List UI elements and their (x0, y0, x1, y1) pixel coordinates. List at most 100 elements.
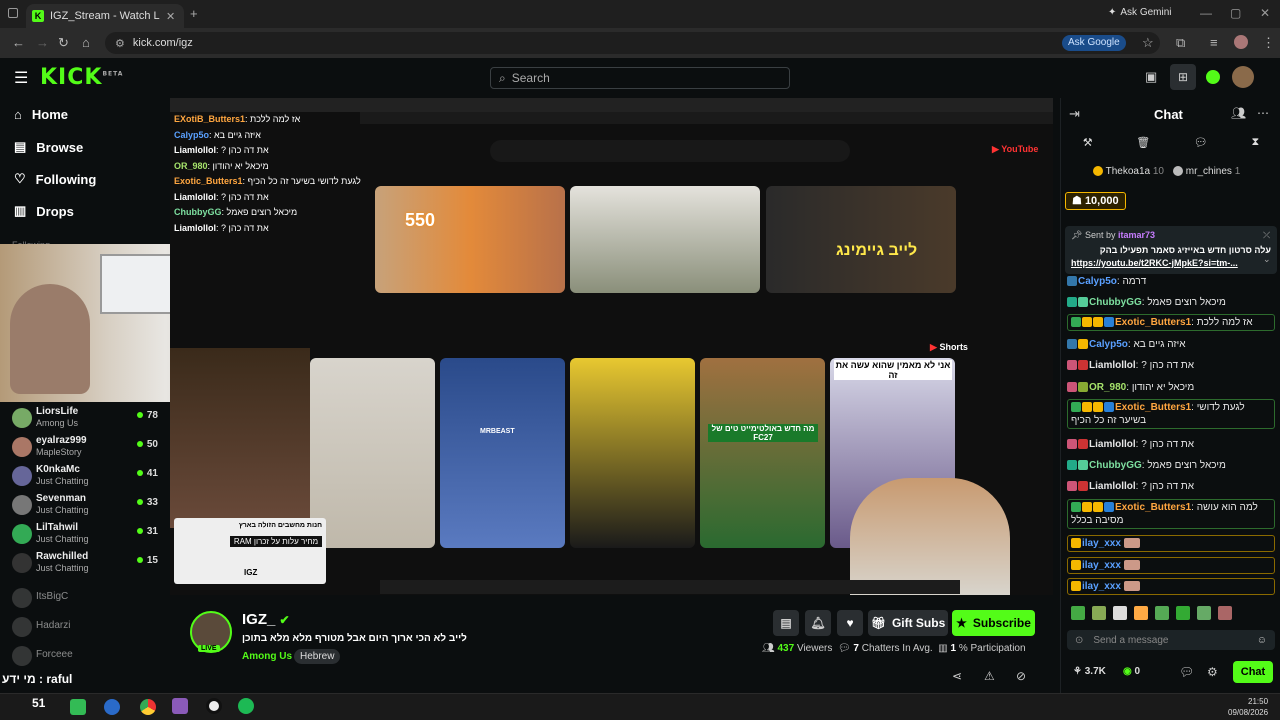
dashboard-icon[interactable]: ⊞ (1170, 64, 1196, 90)
reload-icon[interactable]: ↻ (58, 35, 69, 51)
followed-channel[interactable]: LiorsLife Among Us 78 (12, 406, 162, 432)
media-control-icon[interactable]: ≡ (1210, 35, 1218, 50)
kicks-total-badge[interactable]: ☗ 10,000 (1065, 192, 1126, 210)
unpin-icon[interactable]: ⤫ (1263, 230, 1270, 241)
followed-channel[interactable]: K0nkaMc Just Chatting 41 (12, 464, 162, 490)
system-clock[interactable]: 21:50 09/08/2026 (1228, 696, 1268, 718)
followed-channel[interactable]: Sevenman Just Chatting 33 (12, 493, 162, 519)
top-gifter[interactable]: Thekoa1a 10 (1093, 166, 1164, 177)
inner-browser-tabs (170, 98, 1053, 112)
chat-mode-icon[interactable]: 💬︎ (1194, 136, 1208, 156)
followed-channel[interactable]: LilTahwil Just Chatting 31 (12, 522, 162, 548)
taskbar-app-icon[interactable] (172, 698, 188, 714)
hammer-icon[interactable]: ⚒ (1083, 136, 1093, 156)
search-input[interactable]: ⌕ Search (490, 67, 790, 89)
chrome-icon[interactable] (140, 699, 156, 715)
kicks-balance[interactable]: ◉ 0 (1123, 666, 1140, 677)
channel-avatar (12, 553, 32, 573)
taskbar-app-icon[interactable] (104, 699, 120, 715)
offline-channel[interactable]: Forceee (12, 644, 162, 670)
expand-icon[interactable]: ⌄ (1263, 254, 1271, 265)
mute-icon[interactable]: ⊘ (1016, 669, 1026, 683)
more-options-icon[interactable]: ⋯ (1257, 106, 1269, 120)
browser-menu-icon[interactable]: ⋮ (1262, 35, 1275, 51)
nav-drops[interactable]: ▥ Drops (14, 203, 74, 219)
back-icon[interactable]: ← (12, 35, 25, 50)
send-chat-button[interactable]: Chat (1233, 661, 1273, 683)
channel-name: Forceee (36, 649, 73, 660)
pinned-message[interactable]: 📌︎ Sent by itamar73 עלה סרטון חדש באייזי… (1065, 226, 1277, 274)
gift-subs-button[interactable]: 🎁︎ Gift Subs (868, 610, 948, 636)
nav-browse[interactable]: ▤ Browse (14, 139, 83, 155)
drops-icon: ▥ (14, 203, 27, 218)
ask-gemini-button[interactable]: ✦ Ask Gemini (1108, 7, 1172, 18)
settings-gear-icon[interactable]: ⚙ (1207, 665, 1218, 679)
facecam-left (170, 348, 310, 528)
bookmark-star-icon[interactable]: ☆ (1142, 35, 1154, 51)
overlay-chat-line: EXotiB_Butters1: אז למה ללכת (174, 114, 301, 124)
new-tab-button[interactable]: + (190, 6, 198, 21)
channel-avatar (12, 408, 32, 428)
site-info-icon[interactable]: ⚙ (115, 37, 125, 50)
chat-bubble-icon[interactable]: 💬︎ (1179, 665, 1194, 679)
follow-button[interactable]: ♥ (837, 610, 863, 636)
followed-channel[interactable]: Rawchilled Just Chatting 15 (12, 551, 162, 577)
tab-overview-icon[interactable] (8, 8, 18, 18)
top-gifter[interactable]: mr_chines 1 (1173, 166, 1240, 177)
channel-game: Among Us (36, 418, 79, 428)
stream-overlay-chat: EXotiB_Butters1: אז למה ללכת Calyp5o: אי… (174, 112, 361, 236)
live-badge: LIVE (198, 645, 220, 652)
obs-icon[interactable] (206, 698, 222, 714)
address-bar[interactable]: ⚙ kick.com/igz (105, 32, 1160, 54)
offline-channel[interactable]: Hadarzi (12, 615, 162, 641)
home-browser-icon[interactable]: ⌂ (82, 35, 90, 50)
nav-following-label: Following (35, 171, 97, 187)
user-avatar[interactable] (1232, 66, 1254, 88)
language-tag[interactable]: Hebrew (294, 649, 341, 664)
close-tab-icon[interactable]: ✕ (166, 10, 175, 23)
theater-mode-icon[interactable]: ▣ (1145, 69, 1157, 85)
profile-avatar[interactable] (1234, 35, 1248, 49)
channel-avatar (12, 495, 32, 515)
minimize-button[interactable]: — (1200, 6, 1212, 20)
chat-message: Liamlollol: את דה כהן ? (1067, 438, 1275, 451)
yt-short (570, 358, 695, 548)
video-player[interactable]: EXotiB_Butters1: אז למה ללכת Calyp5o: אי… (170, 98, 1053, 595)
collapse-chat-icon[interactable]: ⇥ (1069, 106, 1080, 122)
kick-logo[interactable]: KICKBETA (40, 65, 123, 90)
maximize-button[interactable]: ▢ (1230, 6, 1241, 20)
hamburger-menu-icon[interactable]: ☰ (14, 68, 28, 88)
notification-button[interactable]: 🔔︎ (805, 610, 831, 636)
followed-channel[interactable]: eyalraz999 MapleStory 50 (12, 435, 162, 461)
browser-tab[interactable]: K IGZ_Stream - Watch Live o ✕ (26, 4, 184, 28)
share-icon[interactable]: ⋖ (952, 669, 962, 683)
slow-mode-icon[interactable]: ⧗ (1251, 136, 1259, 156)
offline-channel[interactable]: ItsBigC (12, 586, 162, 612)
kick-points-icon[interactable] (1206, 70, 1220, 84)
pinned-link[interactable]: https://youtu.be/t2RKC-jMpkE?si=tm-... (1071, 258, 1251, 268)
category-link[interactable]: Among Us (242, 651, 292, 662)
close-window-button[interactable]: ✕ (1260, 6, 1270, 20)
channel-name[interactable]: IGZ_ ✔ (242, 611, 290, 628)
users-icon[interactable]: 👥︎ (1231, 106, 1246, 120)
report-button[interactable]: ▤ (773, 610, 799, 636)
nav-following[interactable]: ♡ Following (14, 171, 96, 187)
yt-chip-row (450, 162, 960, 174)
yt-thumbnail: 550 (375, 186, 565, 293)
emoji-icon[interactable]: ☺ (1257, 635, 1267, 646)
subscribe-button[interactable]: ★ Subscribe (952, 610, 1035, 636)
spotify-icon[interactable] (238, 698, 254, 714)
trash-icon[interactable]: 🗑︎ (1136, 136, 1150, 156)
forward-icon[interactable]: → (36, 35, 49, 50)
chat-input[interactable]: ⊙ Send a message ☺ (1067, 630, 1275, 650)
ask-google-button[interactable]: Ask Google (1062, 35, 1126, 51)
channel-name: Rawchilled (36, 551, 89, 562)
channel-points[interactable]: ⚘ 3.7K (1073, 666, 1106, 677)
warning-icon[interactable]: ⚠ (984, 669, 995, 683)
chat-message: ilay_xxx (1067, 535, 1275, 552)
channel-name: Hadarzi (36, 620, 71, 631)
taskbar-app-icon[interactable] (70, 699, 86, 715)
extensions-icon[interactable]: ⧉ (1176, 35, 1185, 51)
chat-message: ChubbyGG: מיכאל רוצים פאמל (1067, 459, 1275, 472)
nav-home[interactable]: ⌂ Home (14, 107, 68, 122)
